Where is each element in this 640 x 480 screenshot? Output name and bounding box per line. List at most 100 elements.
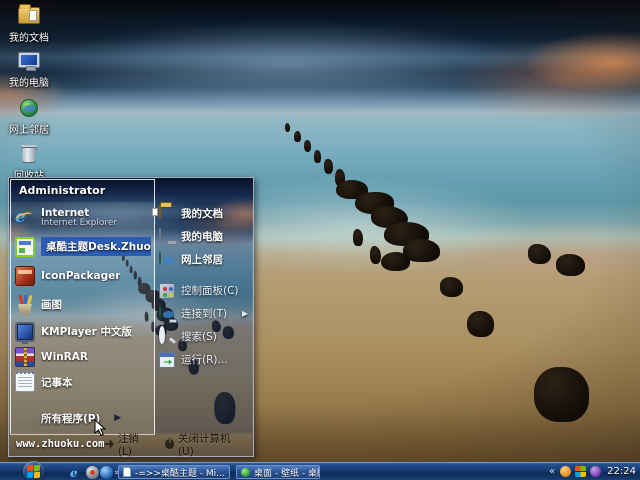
windows-flag-icon: [27, 465, 33, 472]
menu-item-internet[interactable]: e InternetInternet Explorer: [11, 202, 155, 232]
zhuoku-theme-icon: [15, 237, 35, 257]
internet-explorer-icon: e: [15, 207, 35, 227]
menu-item-label: 我的文档: [181, 206, 223, 221]
network-places-icon: [159, 252, 175, 268]
desktop-icon-network-places[interactable]: 网上邻居: [0, 97, 58, 136]
menu-item-sublabel: Internet Explorer: [41, 218, 117, 228]
winrar-icon: [15, 347, 35, 367]
shut-down-icon: [165, 439, 174, 449]
desktop-icon-label: 网上邻居: [0, 125, 58, 136]
wallpaper-rock: [314, 150, 322, 163]
menu-item-network-places[interactable]: 网上邻居: [156, 248, 251, 271]
task-label: -=>>桌酷主题 - Mi...: [135, 466, 225, 479]
menu-item-label: Internet: [41, 207, 89, 219]
menu-item-label: 我的电脑: [181, 229, 223, 244]
taskbar: e » -=>>桌酷主题 - Mi... 桌面 - 壁纸 - 桌酷... « 2…: [0, 462, 640, 480]
tray-windows-update-icon[interactable]: [575, 466, 586, 477]
menu-item-label: 控制面板(C): [181, 283, 239, 298]
log-off-button[interactable]: 注销(L): [105, 431, 151, 458]
menu-item-label: 网上邻居: [181, 252, 223, 267]
webpage-icon: [241, 468, 250, 477]
wallpaper-rock: [304, 140, 311, 152]
submenu-arrow-icon: ▶: [242, 309, 248, 318]
menu-item-control-panel[interactable]: 控制面板(C): [156, 279, 251, 302]
my-documents-icon: [16, 7, 42, 31]
menu-item-connect-to[interactable]: 连接到(T) ▶: [156, 302, 251, 325]
log-off-label: 注销(L): [118, 431, 151, 458]
zhuoku-site-label: www.zhuoku.com: [16, 438, 105, 450]
taskbar-task-zhuoku-theme[interactable]: -=>>桌酷主题 - Mi...: [118, 465, 230, 479]
shut-down-label: 关闭计算机(U): [178, 431, 242, 458]
wallpaper-rock: [440, 277, 463, 296]
paint-icon: [15, 295, 35, 315]
iconpackager-icon: [15, 266, 35, 286]
menu-item-zhuoku-theme[interactable]: 桌酷主题Desk.ZhuoKu.Com: [11, 232, 155, 261]
log-off-icon: [105, 439, 114, 449]
menu-item-notepad[interactable]: 记事本: [11, 369, 155, 395]
mouse-cursor: [94, 419, 106, 437]
menu-item-kmplayer[interactable]: KMPlayer 中文版: [11, 319, 155, 344]
quick-launch-ie-icon[interactable]: e: [70, 466, 83, 479]
wallpaper-rock: [353, 229, 363, 245]
all-programs-button[interactable]: 所有程序(P) ▶: [11, 406, 155, 430]
menu-item-iconpackager[interactable]: IconPackager: [11, 261, 155, 290]
start-menu-left-column: e InternetInternet Explorer 桌酷主题Desk.Zhu…: [11, 202, 155, 433]
notepad-icon: [15, 372, 35, 392]
quick-launch-browser-icon[interactable]: [100, 466, 113, 479]
tray-app-icon[interactable]: [590, 466, 601, 477]
start-menu-right-column: 我的文档 我的电脑 网上邻居 控制面板(C) 连接到(T) ▶: [156, 202, 251, 433]
connect-to-icon: [159, 306, 175, 322]
wallpaper-rock: [467, 311, 494, 337]
menu-item-paint[interactable]: 画图: [11, 290, 155, 319]
control-panel-icon: [159, 283, 175, 299]
user-name: Administrator: [19, 184, 105, 197]
menu-item-label: KMPlayer 中文版: [41, 324, 132, 339]
quick-launch-media-player-icon[interactable]: [86, 466, 99, 479]
menu-item-winrar[interactable]: WinRAR: [11, 344, 155, 369]
search-icon: [159, 329, 175, 345]
wallpaper-rock: [370, 246, 381, 264]
desktop-icon-label: 我的电脑: [0, 78, 58, 89]
my-documents-icon: [159, 206, 175, 222]
wallpaper-rock: [294, 131, 300, 142]
recycle-bin-icon: [16, 145, 42, 169]
menu-item-my-documents[interactable]: 我的文档: [156, 202, 251, 225]
wallpaper-rock: [556, 254, 585, 276]
start-menu-user-banner: Administrator: [10, 179, 252, 202]
start-button[interactable]: [23, 461, 44, 480]
wallpaper-rock: [324, 159, 333, 174]
task-label: 桌面 - 壁纸 - 桌酷...: [254, 466, 320, 479]
wallpaper-rock: [381, 252, 410, 271]
all-programs-label: 所有程序(P): [41, 411, 100, 426]
system-tray: « 22:24: [549, 463, 640, 480]
my-computer-icon: [159, 229, 175, 245]
network-places-icon: [16, 99, 42, 123]
desktop-icon-label: 我的文档: [0, 33, 58, 44]
menu-item-label: 连接到(T): [181, 306, 227, 321]
tray-messenger-icon[interactable]: [560, 466, 571, 477]
run-icon: [159, 352, 175, 368]
menu-item-label: 画图: [41, 297, 62, 312]
wallpaper-rock: [285, 123, 290, 132]
menu-item-label: 桌酷主题Desk.ZhuoKu.Com: [41, 237, 151, 256]
document-icon: [123, 467, 131, 477]
menu-separator: [156, 271, 251, 279]
menu-item-run[interactable]: 运行(R)...: [156, 348, 251, 371]
desktop-root: 我的文档 我的电脑 网上邻居 回收站 Administrator e Inter…: [0, 0, 640, 480]
menu-item-my-computer[interactable]: 我的电脑: [156, 225, 251, 248]
desktop-icon-my-computer[interactable]: 我的电脑: [0, 50, 58, 89]
menu-item-label: 记事本: [41, 375, 73, 390]
tray-collapse-chevron[interactable]: «: [549, 466, 555, 477]
menu-item-search[interactable]: 搜索(S): [156, 325, 251, 348]
start-menu-footer: www.zhuoku.com 注销(L) 关闭计算机(U): [10, 433, 252, 455]
my-computer-icon: [16, 52, 42, 76]
taskbar-clock[interactable]: 22:24: [607, 466, 636, 477]
menu-item-label: WinRAR: [41, 351, 88, 363]
all-programs-arrow-icon: ▶: [114, 413, 121, 423]
wallpaper-rock: [534, 367, 588, 422]
shut-down-button[interactable]: 关闭计算机(U): [165, 431, 242, 458]
menu-item-label: 搜索(S): [181, 329, 217, 344]
taskbar-task-desktop-wallpaper[interactable]: 桌面 - 壁纸 - 桌酷...: [236, 465, 320, 479]
desktop-icon-my-documents[interactable]: 我的文档: [0, 4, 58, 44]
start-menu: Administrator e InternetInternet Explore…: [8, 177, 254, 457]
